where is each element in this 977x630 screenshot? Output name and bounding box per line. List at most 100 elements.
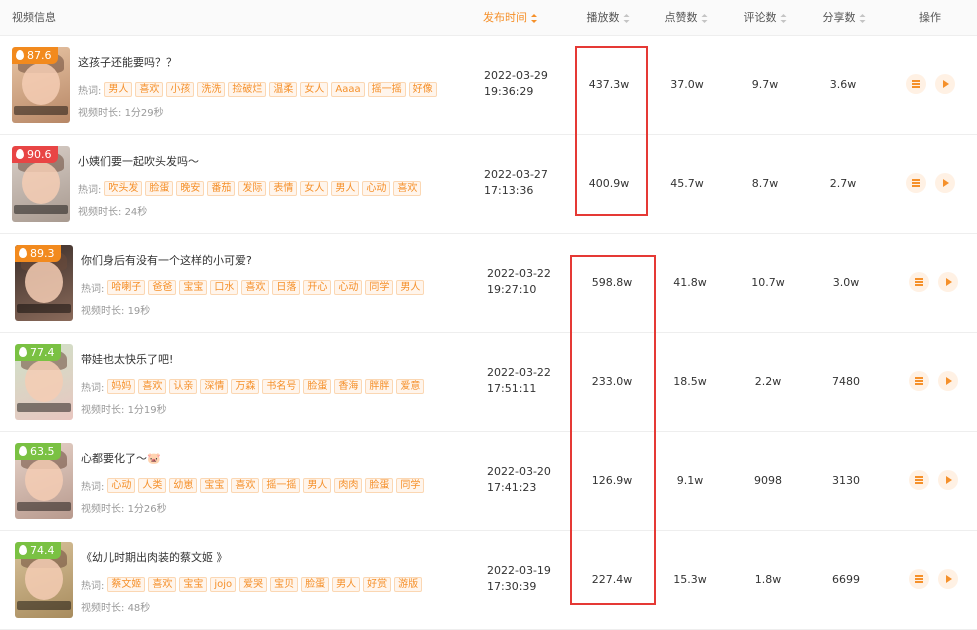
header-publish-time[interactable]: 发布时间 bbox=[483, 0, 537, 36]
video-title[interactable]: 你们身后有没有一个这样的小可爱? bbox=[81, 252, 252, 268]
hotword-tag[interactable]: 喜欢 bbox=[241, 280, 270, 295]
hotword-tag[interactable]: 喜欢 bbox=[393, 181, 422, 196]
play-icon[interactable] bbox=[938, 569, 958, 589]
header-likes[interactable]: 点赞数 bbox=[665, 0, 708, 36]
video-title[interactable]: 这孩子还能要吗？？ bbox=[78, 54, 177, 70]
hotword-tag[interactable]: 晚安 bbox=[176, 181, 205, 196]
table-row[interactable]: 89.3 你们身后有没有一个这样的小可爱? 热词: 哈喇子 爸爸 宝宝 口水 喜欢 日落 开心… bbox=[0, 234, 977, 333]
hotword-tag[interactable]: 好像 bbox=[408, 82, 437, 97]
hotword-tag[interactable]: 游版 bbox=[394, 577, 423, 592]
hotword-tag[interactable]: 宝宝 bbox=[200, 478, 229, 493]
hotword-tag[interactable]: 喜欢 bbox=[148, 577, 177, 592]
sort-icon[interactable] bbox=[701, 13, 708, 23]
hotword-tag[interactable]: 温柔 bbox=[269, 82, 298, 97]
video-title[interactable]: 《幼儿时期出肉装的蔡文姬 》 bbox=[81, 549, 228, 565]
hotword-tag[interactable]: 开心 bbox=[303, 280, 332, 295]
hotword-tag[interactable]: 脸蛋 bbox=[145, 181, 174, 196]
hotword-tag[interactable]: 同学 bbox=[365, 280, 394, 295]
hotword-tag[interactable]: 摇一摇 bbox=[262, 478, 301, 493]
table-row[interactable]: 63.5 心都要化了～🐷 热词: 心动 人类 幼崽 宝宝 喜欢 摇一摇 男人 肉肉 脸蛋 同学 视频… bbox=[0, 432, 977, 531]
hotword-tag[interactable]: 爱意 bbox=[396, 379, 425, 394]
list-icon[interactable] bbox=[909, 569, 929, 589]
video-title[interactable]: 小姨们要一起吹头发吗～ bbox=[78, 153, 199, 169]
hotword-tag[interactable]: 好赏 bbox=[363, 577, 392, 592]
hotword-tag[interactable]: 胖胖 bbox=[365, 379, 394, 394]
hotword-tag[interactable]: 幼崽 bbox=[169, 478, 198, 493]
play-icon[interactable] bbox=[935, 173, 955, 193]
hotword-tag[interactable]: 心动 bbox=[107, 478, 136, 493]
hotword-tag[interactable]: 摇一摇 bbox=[367, 82, 406, 97]
hotword-tag[interactable]: 心动 bbox=[362, 181, 391, 196]
hotword-tag[interactable]: jojo bbox=[210, 577, 237, 592]
list-icon[interactable] bbox=[909, 371, 929, 391]
video-thumbnail[interactable]: 89.3 bbox=[15, 245, 73, 321]
header-comments[interactable]: 评论数 bbox=[744, 0, 787, 36]
table-row[interactable]: 77.4 带娃也太快乐了吧! 热词: 妈妈 喜欢 认亲 深情 万森 书名号 脸蛋 香海 胖胖 爱意 … bbox=[0, 333, 977, 432]
hotword-tag[interactable]: 宝宝 bbox=[179, 577, 208, 592]
hotword-tag[interactable]: Aaaa bbox=[331, 82, 365, 97]
hotword-tag[interactable]: 表情 bbox=[269, 181, 298, 196]
video-thumbnail[interactable]: 74.4 bbox=[15, 542, 73, 618]
table-row[interactable]: 90.6 小姨们要一起吹头发吗～ 热词: 吹头发 脸蛋 晚安 番茄 发际 表情 女人 男人 心动喜… bbox=[0, 135, 977, 234]
sort-icon[interactable] bbox=[531, 13, 537, 23]
hotword-tag[interactable]: 认亲 bbox=[169, 379, 198, 394]
hotword-tag[interactable]: 捡破烂 bbox=[228, 82, 267, 97]
video-title[interactable]: 心都要化了～🐷 bbox=[81, 450, 161, 466]
hotword-tag[interactable]: 爱哭 bbox=[239, 577, 268, 592]
list-icon[interactable] bbox=[906, 74, 926, 94]
play-icon[interactable] bbox=[938, 470, 958, 490]
hotword-tag[interactable]: 男人 bbox=[104, 82, 133, 97]
hotword-tag[interactable]: 宝宝 bbox=[179, 280, 208, 295]
hotword-tag[interactable]: 男人 bbox=[396, 280, 425, 295]
hotword-tag[interactable]: 哈喇子 bbox=[107, 280, 146, 295]
hotword-tag[interactable]: 宝贝 bbox=[270, 577, 299, 592]
video-thumbnail[interactable]: 90.6 bbox=[12, 146, 70, 222]
header-shares[interactable]: 分享数 bbox=[823, 0, 866, 36]
video-thumbnail[interactable]: 87.6 bbox=[12, 47, 70, 123]
hotword-tag[interactable]: 喜欢 bbox=[135, 82, 164, 97]
list-icon[interactable] bbox=[909, 272, 929, 292]
hotword-tag[interactable]: 小孩 bbox=[166, 82, 195, 97]
hotword-tag[interactable]: 男人 bbox=[331, 181, 360, 196]
hotword-tag[interactable]: 万森 bbox=[231, 379, 260, 394]
hotword-tag[interactable]: 女人 bbox=[300, 181, 329, 196]
hotword-tag[interactable]: 番茄 bbox=[207, 181, 236, 196]
hotword-tag[interactable]: 人类 bbox=[138, 478, 167, 493]
hotword-tag[interactable]: 男人 bbox=[303, 478, 332, 493]
hotword-tag[interactable]: 男人 bbox=[332, 577, 361, 592]
sort-icon[interactable] bbox=[780, 13, 787, 23]
hotword-tag[interactable]: 心动 bbox=[334, 280, 363, 295]
hotword-tag[interactable]: 口水 bbox=[210, 280, 239, 295]
hotword-tag[interactable]: 蔡文姬 bbox=[107, 577, 146, 592]
hotword-tag[interactable]: 脸蛋 bbox=[301, 577, 330, 592]
play-icon[interactable] bbox=[938, 272, 958, 292]
list-icon[interactable] bbox=[909, 470, 929, 490]
video-thumbnail[interactable]: 77.4 bbox=[15, 344, 73, 420]
hotword-tag[interactable]: 女人 bbox=[300, 82, 329, 97]
hotword-tag[interactable]: 肉肉 bbox=[334, 478, 363, 493]
hotword-tag[interactable]: 日落 bbox=[272, 280, 301, 295]
hotword-tag[interactable]: 书名号 bbox=[262, 379, 301, 394]
video-thumbnail[interactable]: 63.5 bbox=[15, 443, 73, 519]
table-row[interactable]: 74.4 《幼儿时期出肉装的蔡文姬 》 热词: 蔡文姬 喜欢 宝宝 jojo 爱哭 宝贝 脸蛋… bbox=[0, 531, 977, 630]
hotword-tag[interactable]: 脸蛋 bbox=[303, 379, 332, 394]
hotword-tag[interactable]: 脸蛋 bbox=[365, 478, 394, 493]
video-title[interactable]: 带娃也太快乐了吧! bbox=[81, 351, 173, 367]
play-icon[interactable] bbox=[938, 371, 958, 391]
sort-icon[interactable] bbox=[859, 13, 866, 23]
sort-icon[interactable] bbox=[623, 13, 630, 23]
table-row[interactable]: 87.6 这孩子还能要吗？？ 热词: 男人 喜欢 小孩 洗洗 捡破烂 温柔 女人 Aaaa 摇一摇… bbox=[0, 36, 977, 135]
hotword-tag[interactable]: 深情 bbox=[200, 379, 229, 394]
hotword-tag[interactable]: 洗洗 bbox=[197, 82, 226, 97]
play-icon[interactable] bbox=[935, 74, 955, 94]
hotword-tag[interactable]: 吹头发 bbox=[104, 181, 143, 196]
hotword-tag[interactable]: 爸爸 bbox=[148, 280, 177, 295]
hotword-tag[interactable]: 妈妈 bbox=[107, 379, 136, 394]
header-plays[interactable]: 播放数 bbox=[587, 0, 630, 36]
hotword-tag[interactable]: 喜欢 bbox=[138, 379, 167, 394]
hotword-tag[interactable]: 香海 bbox=[334, 379, 363, 394]
hotword-tag[interactable]: 发际 bbox=[238, 181, 267, 196]
hotword-tag[interactable]: 喜欢 bbox=[231, 478, 260, 493]
list-icon[interactable] bbox=[906, 173, 926, 193]
hotword-tag[interactable]: 同学 bbox=[396, 478, 425, 493]
